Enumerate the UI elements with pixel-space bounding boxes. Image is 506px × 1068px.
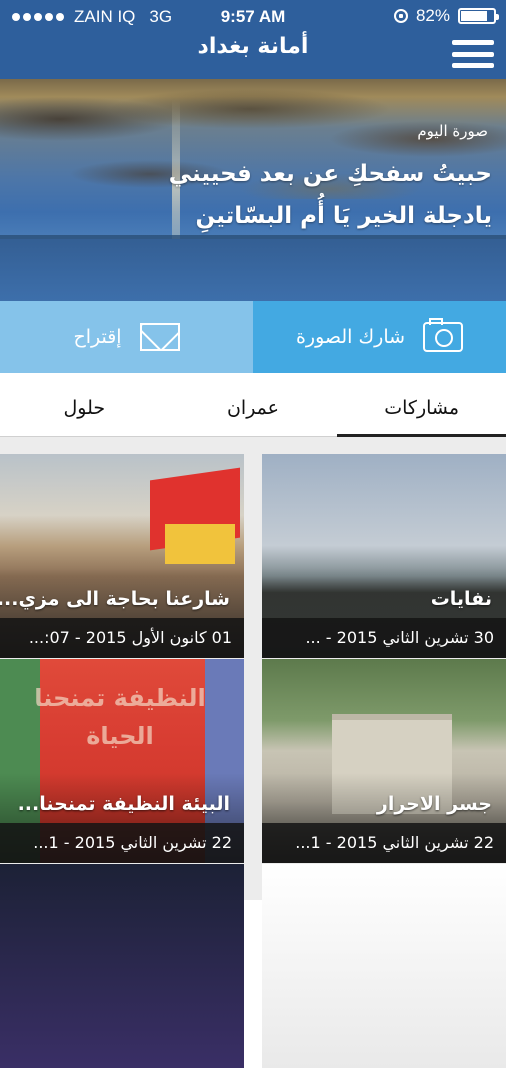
post-card[interactable]: النظيفة تمنحنا الحياة البيئة النظيفة تمن… — [0, 659, 244, 863]
tab-posts[interactable]: مشاركات — [337, 373, 506, 437]
tab-construction[interactable]: عمران — [169, 373, 338, 436]
post-date: 01 كانون الأول 2015 - 07:... — [0, 618, 244, 658]
photo-of-the-day[interactable]: صورة اليوم حبيتُ سفحكِ عن بعد فحييني ياد… — [0, 79, 506, 301]
post-date: 22 تشرين الثاني 2015 - 1... — [262, 823, 506, 863]
rotation-lock-icon — [393, 9, 408, 23]
post-card[interactable]: جسر الاحرار 22 تشرين الثاني 2015 - 1... — [262, 659, 506, 863]
share-photo-button[interactable]: شارك الصورة — [253, 301, 506, 373]
post-photo — [262, 864, 506, 1068]
hero-poem-line-2: يادجلة الخير يَا أُم البسّاتينِ — [195, 203, 493, 229]
hero-poem-line-1: حبيتُ سفحكِ عن بعد فحييني — [168, 161, 492, 187]
hamburger-menu-icon[interactable] — [452, 40, 494, 68]
share-photo-label: شارك الصورة — [295, 326, 406, 348]
post-date: 30 تشرين الثاني 2015 - ... — [262, 618, 506, 658]
post-title: جسر الاحرار — [376, 793, 492, 815]
battery-percent: 82% — [415, 6, 450, 25]
posts-grid: نفايات 30 تشرين الثاني 2015 - ... شارعنا… — [0, 437, 506, 1068]
page-title: أمانة بغداد — [197, 34, 309, 59]
post-title: شارعنا بحاجة الى مزي... — [0, 588, 230, 610]
status-bar: ZAIN IQ 3G 9:57 AM 82% — [0, 0, 506, 32]
suggest-label: إقتراح — [73, 326, 122, 348]
post-photo — [0, 864, 244, 1068]
post-title: نفايات — [430, 588, 492, 610]
suggest-button[interactable]: إقتراح — [0, 301, 253, 373]
category-tabs: مشاركات عمران حلول — [0, 373, 506, 437]
post-card[interactable]: نفايات 30 تشرين الثاني 2015 - ... — [262, 454, 506, 658]
app-header: ZAIN IQ 3G 9:57 AM 82% أمانة بغداد — [0, 0, 506, 79]
photo-of-the-day-label: صورة اليوم — [417, 122, 488, 140]
hero-river — [0, 239, 506, 301]
action-bar: إقتراح شارك الصورة — [0, 301, 506, 373]
post-card[interactable] — [0, 864, 244, 1068]
post-card[interactable]: شارعنا بحاجة الى مزي... 01 كانون الأول 2… — [0, 454, 244, 658]
banner-text: النظيفة تمنحنا الحياة — [34, 684, 206, 750]
envelope-icon — [139, 323, 180, 351]
battery-icon — [458, 8, 499, 24]
camera-icon — [423, 318, 464, 352]
tab-solutions[interactable]: حلول — [0, 373, 169, 436]
post-date: 22 تشرين الثاني 2015 - 1... — [0, 823, 244, 863]
post-title: البيئة النظيفة تمنحنا... — [17, 793, 230, 815]
post-card[interactable] — [262, 864, 506, 1068]
status-right: 82% — [393, 6, 499, 26]
